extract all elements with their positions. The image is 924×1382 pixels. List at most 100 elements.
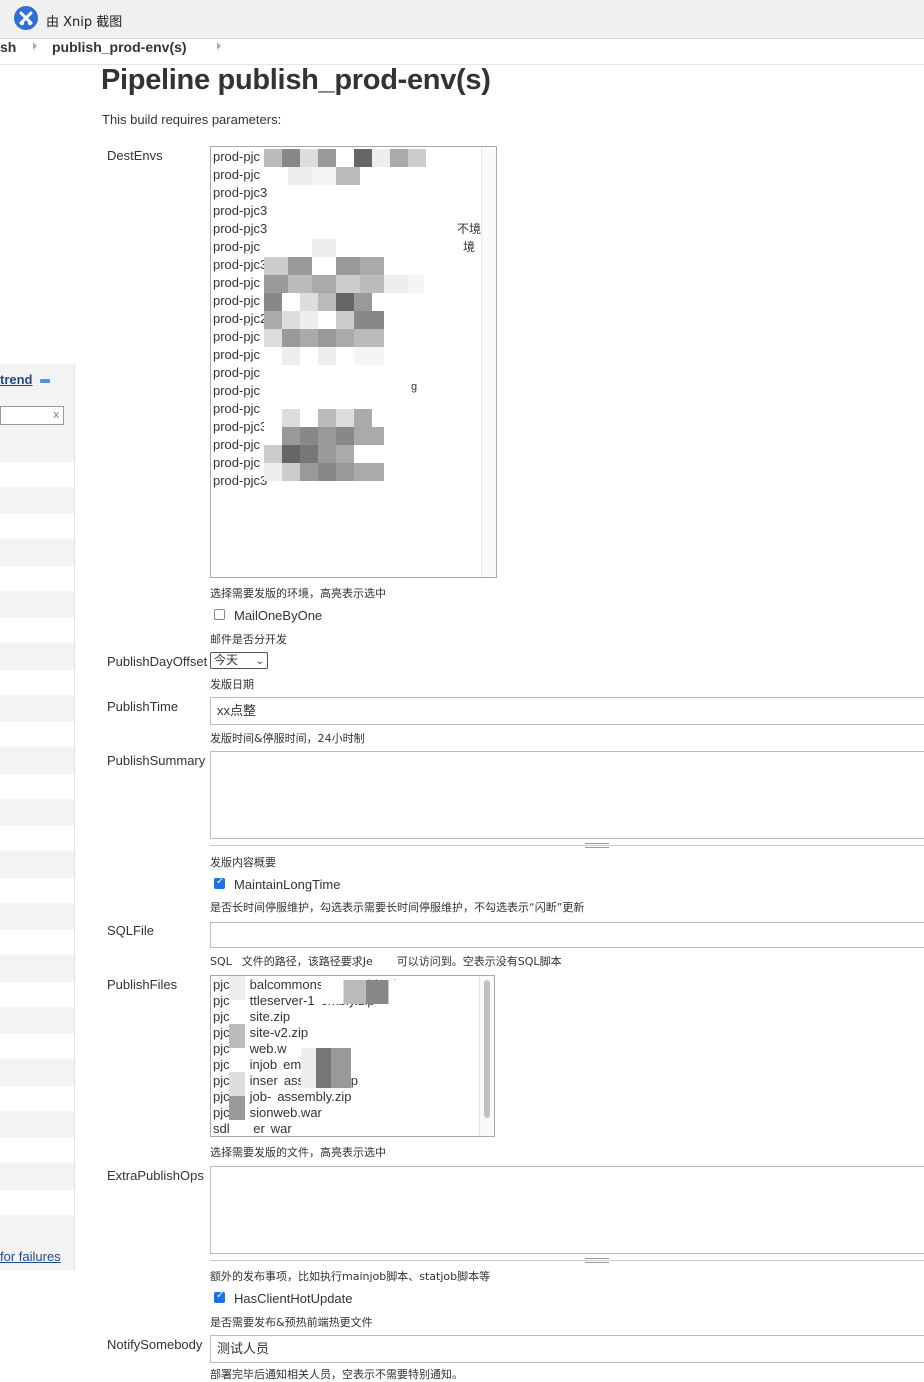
publish-file-option[interactable]: pjc site.zip — [211, 1009, 494, 1025]
sql-file-label: SQLFile — [107, 923, 154, 938]
maintain-long-time-checkbox[interactable] — [214, 876, 225, 889]
publish-day-offset-label: PublishDayOffset — [107, 654, 208, 669]
publish-time-input[interactable]: xx点整 — [210, 697, 924, 725]
build-row[interactable] — [0, 774, 74, 799]
build-row[interactable] — [0, 514, 74, 539]
mail-one-by-one-label[interactable]: MailOneByOne — [234, 608, 322, 623]
has-client-hot-update-description: 是否需要发布&预热前端热更文件 — [210, 1316, 373, 1329]
publish-file-option[interactable]: pjcinjobembly.zip — [211, 1057, 494, 1073]
collapse-icon[interactable] — [40, 379, 50, 383]
redaction-mosaic — [264, 427, 384, 445]
publish-file-option[interactable]: pjc sionweb.war — [211, 1105, 494, 1121]
sql-file-description-part: SQL — [210, 955, 232, 968]
trend-link[interactable]: trend — [0, 372, 33, 387]
publish-file-option-middle: inser — [249, 1073, 278, 1088]
publish-file-option-middle: ttleserver-1 — [249, 993, 315, 1008]
dest-env-option[interactable]: prod-pjc3 — [211, 220, 496, 238]
build-row[interactable] — [0, 722, 74, 747]
has-client-hot-update-checkbox[interactable] — [214, 1290, 225, 1303]
feed-for-failures-link[interactable]: for failures — [0, 1249, 61, 1264]
redaction-mosaic — [264, 257, 384, 275]
publish-day-offset-select[interactable]: 今天 ⌄ — [210, 652, 268, 669]
publish-file-option-prefix: pjc — [213, 1025, 230, 1040]
dest-env-option[interactable]: prod-pjc3 — [211, 184, 496, 202]
breadcrumb-item-current[interactable]: publish_prod-env(s) — [52, 39, 187, 55]
redaction-mosaic — [264, 409, 384, 427]
dest-env-option[interactable]: prod-pjc — [211, 382, 496, 400]
redaction-mosaic — [264, 275, 424, 293]
app-title: 由 Xnip 截图 — [46, 15, 123, 30]
scrollbar[interactable] — [479, 976, 494, 1136]
dest-env-option[interactable]: prod-pjc3 — [211, 202, 496, 220]
publish-file-option-middle: injob — [249, 1057, 278, 1072]
publish-day-offset-description: 发版日期 — [210, 678, 254, 691]
build-row[interactable] — [0, 878, 74, 903]
sql-file-description-part: 文件的路径，该路径要求Je — [241, 955, 373, 968]
build-row[interactable] — [0, 618, 74, 643]
publish-file-option[interactable]: pjc web.w — [211, 1041, 494, 1057]
publish-file-option-prefix: pjc — [213, 977, 230, 992]
extra-publish-ops-label: ExtraPublishOps — [107, 1168, 204, 1183]
build-row[interactable] — [0, 930, 74, 955]
publish-time-label: PublishTime — [107, 699, 179, 714]
build-filter-input[interactable]: x — [0, 406, 64, 425]
env-suffix: g — [411, 381, 418, 393]
screenshot-tool-bar: 由 Xnip 截图 — [0, 0, 924, 39]
sql-file-description: SQL 文件的路径，该路径要求Je 可以访问到。空表示没有SQL脚本 — [210, 953, 562, 969]
publish-file-option[interactable]: pjcinserassembly.zip — [211, 1073, 494, 1089]
page-subtitle: This build requires parameters: — [102, 112, 282, 127]
publish-file-option-prefix: pjc — [213, 1009, 230, 1024]
extra-publish-ops-textarea[interactable] — [210, 1166, 924, 1254]
maintain-long-time-label[interactable]: MaintainLongTime — [234, 877, 340, 892]
textarea-resize-handle[interactable] — [210, 843, 924, 849]
extra-publish-ops-description: 额外的发布事项，比如执行mainjob脚本、statjob脚本等 — [210, 1270, 491, 1283]
redaction-mosaic — [264, 347, 384, 365]
redaction-mosaic — [264, 311, 384, 329]
dest-env-option[interactable]: prod-pjc — [211, 364, 496, 382]
build-row[interactable] — [0, 1086, 74, 1111]
build-row[interactable] — [0, 670, 74, 695]
env-suffix: 不境 — [457, 222, 482, 236]
publish-file-option-prefix: pjc — [213, 1105, 230, 1120]
dest-envs-label: DestEnvs — [107, 148, 163, 163]
publish-summary-description: 发版内容概要 — [210, 856, 276, 869]
build-row[interactable] — [0, 1138, 74, 1163]
publish-file-option[interactable]: sdk er war — [211, 1121, 494, 1136]
notify-somebody-description: 部署完毕后通知相关人员，空表示不需要特别通知。 — [210, 1368, 463, 1381]
build-row[interactable] — [0, 566, 74, 591]
publish-summary-textarea[interactable] — [210, 751, 924, 839]
dest-envs-listbox[interactable]: prod-pjc prod-pjc prod-pjc3 prod-pjc3 prod-p… — [210, 146, 497, 578]
publish-time-value: xx点整 — [217, 703, 257, 718]
clear-icon[interactable]: x — [54, 409, 60, 421]
build-row[interactable] — [0, 1034, 74, 1059]
build-row[interactable] — [0, 462, 74, 487]
publish-file-option[interactable]: pjc site-v2.zip — [211, 1025, 494, 1041]
breadcrumb-item-prev[interactable]: sh — [0, 39, 16, 55]
publish-files-listbox[interactable]: pjc balcommons assembly.zip pjc ttleserver-1… — [210, 975, 495, 1137]
has-client-hot-update-label[interactable]: HasClientHotUpdate — [234, 1291, 353, 1306]
chevron-down-icon: ⌄ — [255, 656, 264, 667]
build-history-sidebar: trend x — [0, 364, 75, 1270]
page-title: Pipeline publish_prod-env(s) — [101, 64, 491, 96]
redaction-mosaic — [229, 976, 245, 1136]
notify-somebody-input[interactable]: 测试人员 — [210, 1335, 924, 1363]
mail-one-by-one-checkbox[interactable] — [214, 609, 225, 620]
publish-files-description: 选择需要发版的文件，高亮表示选中 — [210, 1146, 386, 1159]
redaction-mosaic — [264, 293, 384, 311]
maintain-long-time-description: 是否长时间停服维护，勾选表示需要长时间停服维护，不勾选表示“闪断”更新 — [210, 901, 585, 914]
publish-file-option-middle: web.w — [249, 1041, 287, 1056]
build-row[interactable] — [0, 826, 74, 851]
publish-file-option-suffix: war — [270, 1121, 292, 1136]
build-row[interactable] — [0, 982, 74, 1007]
breadcrumb-dropdown-icon[interactable] — [217, 42, 221, 50]
redaction-mosaic — [264, 445, 384, 463]
publish-file-option-suffix: assembly.zip — [277, 1089, 352, 1104]
scrollbar[interactable] — [481, 147, 496, 577]
scrollbar-thumb[interactable] — [484, 980, 490, 1118]
textarea-resize-handle[interactable] — [210, 1258, 924, 1264]
mail-one-by-one-description: 邮件是否分开发 — [210, 633, 287, 646]
sql-file-input[interactable] — [210, 922, 924, 948]
build-row[interactable] — [0, 1190, 74, 1215]
publish-file-option-prefix: pjc — [213, 1057, 230, 1072]
publish-file-option[interactable]: pjc job-assembly.zip — [211, 1089, 494, 1105]
